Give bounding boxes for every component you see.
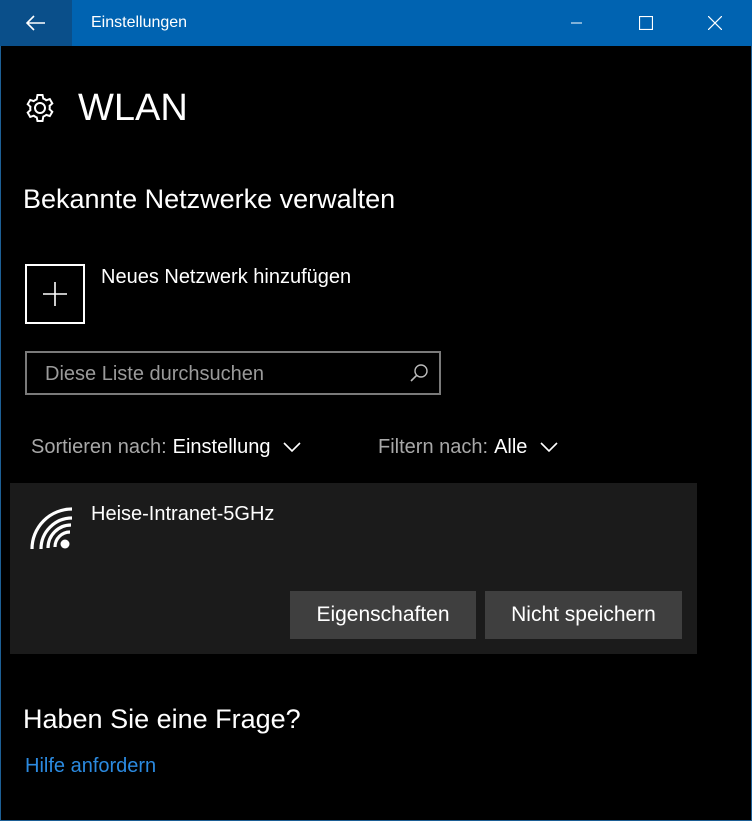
filter-value: Alle <box>494 435 528 458</box>
close-icon <box>708 16 722 30</box>
search-box[interactable] <box>25 351 441 395</box>
maximize-icon <box>639 16 653 30</box>
sort-dropdown[interactable]: Sortieren nach: Einstellung <box>31 432 302 462</box>
chevron-down-icon <box>283 442 302 453</box>
minimize-button[interactable] <box>548 0 606 46</box>
filter-label: Filtern nach: <box>378 435 489 458</box>
page-header: WLAN <box>24 86 188 130</box>
wifi-signal-icon <box>30 507 73 550</box>
sort-value: Einstellung <box>172 435 271 458</box>
window-title: Einstellungen <box>91 14 188 31</box>
search-icon[interactable] <box>409 363 429 383</box>
network-list-item[interactable]: Heise-Intranet-5GHz Eigenschaften Nicht … <box>10 483 697 654</box>
chevron-down-icon <box>540 442 558 453</box>
forget-network-button[interactable]: Nicht speichern <box>485 591 682 639</box>
close-button[interactable] <box>686 0 744 46</box>
add-network-button[interactable] <box>25 264 85 324</box>
window-border-left <box>0 46 1 821</box>
sort-label: Sortieren nach: <box>31 435 167 458</box>
add-network-label[interactable]: Neues Netzwerk hinzufügen <box>101 266 351 289</box>
properties-button[interactable]: Eigenschaften <box>290 591 476 639</box>
filter-dropdown[interactable]: Filtern nach: Alle <box>378 432 559 462</box>
plus-icon <box>43 282 67 306</box>
minimize-icon <box>571 22 582 24</box>
back-arrow-icon <box>26 15 45 31</box>
title-bar: Einstellungen <box>0 0 752 46</box>
network-name: Heise-Intranet-5GHz <box>91 503 275 525</box>
get-help-link[interactable]: Hilfe anfordern <box>25 755 156 778</box>
maximize-button[interactable] <box>617 0 675 46</box>
back-button[interactable] <box>0 0 72 46</box>
gear-icon <box>26 94 54 122</box>
search-input[interactable] <box>43 353 407 395</box>
section-title: Bekannte Netzwerke verwalten <box>23 184 396 214</box>
page-title: WLAN <box>78 86 188 129</box>
help-title: Haben Sie eine Frage? <box>23 704 301 734</box>
